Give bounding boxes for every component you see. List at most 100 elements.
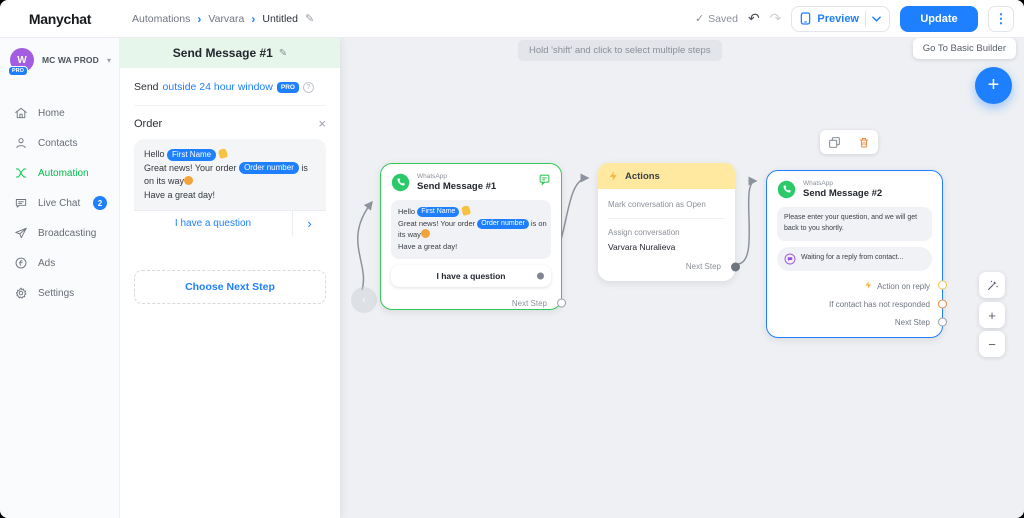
top-bar: Manychat Automations › Varvara › Untitle…	[0, 0, 1024, 38]
duplicate-icon[interactable]	[828, 136, 841, 149]
channel-label: WhatsApp	[803, 180, 882, 187]
variable-order-number: Order number	[239, 162, 299, 174]
sidebar-item-broadcasting[interactable]: Broadcasting	[0, 218, 119, 248]
pro-badge: PRO	[277, 82, 299, 93]
manychat-flow-builder: Manychat Automations › Varvara › Untitle…	[0, 0, 1024, 518]
note-icon[interactable]	[538, 173, 551, 186]
node-title: Send Message #1	[417, 181, 496, 192]
message-preview-card[interactable]: Hello First Name Great news! Your order …	[134, 139, 326, 236]
sidebar-item-label: Live Chat	[38, 198, 80, 209]
next-step-row: Next Step	[767, 318, 942, 327]
reply-button-label[interactable]: I have a question	[134, 211, 292, 236]
send-window-link[interactable]: outside 24 hour window	[163, 81, 273, 93]
undo-button[interactable]: ↶	[748, 10, 760, 27]
next-step-row: Next Step	[381, 299, 561, 308]
variable-first-name: First Name	[167, 149, 216, 161]
message-bubble: Hello First Name Great news! Your order …	[391, 200, 551, 259]
add-step-button[interactable]: +	[975, 67, 1012, 104]
sidebar-nav: Home Contacts Automation Live Chat 2 Bro…	[0, 98, 119, 308]
reply-connector-port[interactable]	[537, 272, 544, 279]
panel-body: Send outside 24 hour window PRO ? Order …	[120, 68, 340, 317]
zoom-in-button[interactable]: +	[979, 302, 1005, 328]
next-step-port[interactable]	[557, 299, 566, 308]
sidebar-item-label: Automation	[38, 168, 89, 179]
send-prefix: Send	[134, 81, 159, 93]
preview-label: Preview	[817, 13, 859, 25]
sidebar-item-ads[interactable]: Ads	[0, 248, 119, 278]
chevron-down-icon: ▾	[107, 56, 111, 65]
sidebar-item-settings[interactable]: Settings	[0, 278, 119, 308]
node-actions[interactable]: Actions Mark conversation as Open Assign…	[598, 163, 735, 281]
account-name: MC WA PROD	[42, 55, 99, 65]
rename-flow-icon[interactable]: ✎	[305, 12, 314, 25]
help-icon[interactable]: ?	[303, 82, 314, 93]
sidebar-item-automation[interactable]: Automation	[0, 158, 119, 188]
shift-select-tooltip: Hold 'shift' and click to select multipl…	[518, 40, 722, 61]
waiting-reply-icon	[784, 253, 796, 265]
action-item: Mark conversation as Open	[608, 197, 725, 212]
redo-button[interactable]: ↷	[770, 10, 782, 27]
choose-next-step-button[interactable]: Choose Next Step	[134, 270, 326, 304]
go-to-basic-builder-button[interactable]: Go To Basic Builder	[913, 38, 1016, 59]
actions-title: Actions	[625, 171, 660, 182]
trash-icon[interactable]	[858, 136, 870, 149]
preview-button[interactable]: Preview	[791, 6, 890, 32]
node-send-message-1[interactable]: WhatsApp Send Message #1 Hello First Nam…	[380, 163, 562, 310]
breadcrumb-folder[interactable]: Varvara	[208, 13, 244, 25]
sidebar-item-label: Contacts	[38, 138, 77, 149]
manychat-logo[interactable]: Manychat	[0, 11, 120, 27]
sidebar-item-home[interactable]: Home	[0, 98, 119, 128]
account-avatar: W PRO	[10, 48, 34, 72]
next-step-row: Next Step	[608, 262, 725, 271]
step-edit-panel: Send Message #1 ✎ Send outside 24 hour w…	[120, 38, 340, 518]
sidebar-item-live-chat[interactable]: Live Chat 2	[0, 188, 119, 218]
reply-button-row[interactable]: I have a question ›	[134, 210, 326, 236]
panel-header: Send Message #1 ✎	[120, 38, 340, 68]
breadcrumb: Automations › Varvara › Untitled ✎	[120, 12, 314, 25]
breadcrumb-flow-name[interactable]: Untitled	[262, 13, 298, 25]
waiting-reply-label: Waiting for a reply from contact...	[801, 253, 903, 264]
action-on-reply-port[interactable]	[938, 281, 947, 290]
update-button[interactable]: Update	[900, 6, 978, 32]
node-reply-label: I have a question	[437, 271, 506, 281]
save-status-label: Saved	[708, 13, 738, 25]
variable-order-number: Order number	[477, 219, 529, 229]
smile-emoji	[421, 229, 430, 238]
chevron-right-icon: ›	[197, 13, 201, 25]
actions-body: Mark conversation as Open Assign convers…	[598, 189, 735, 281]
auto-arrange-button[interactable]	[979, 272, 1005, 298]
next-step-port[interactable]	[938, 318, 947, 327]
chevron-right-icon[interactable]: ›	[292, 211, 326, 236]
not-responded-port[interactable]	[938, 300, 947, 309]
close-icon[interactable]: ×	[318, 116, 326, 131]
divider	[134, 105, 326, 106]
action-item-label: Assign conversation	[608, 225, 725, 240]
check-icon: ✓	[695, 12, 704, 25]
automation-icon	[14, 166, 28, 180]
more-options-button[interactable]: ⋮	[988, 6, 1014, 32]
zoom-out-button[interactable]: −	[979, 331, 1005, 357]
action-on-reply-row: Action on reply	[767, 280, 942, 291]
message-block-title: Order	[134, 118, 162, 130]
rename-step-icon[interactable]: ✎	[279, 48, 287, 59]
assignee-name: Varvara Nuralieva	[608, 242, 725, 252]
account-switcher[interactable]: W PRO MC WA PROD ▾	[0, 38, 119, 84]
ads-icon	[14, 256, 28, 270]
actions-header: Actions	[598, 163, 735, 189]
not-responded-row: If contact has not responded	[767, 300, 942, 309]
node-send-message-2[interactable]: WhatsApp Send Message #2 Please enter yo…	[766, 170, 943, 338]
save-status: ✓ Saved	[695, 12, 738, 25]
node-header: WhatsApp Send Message #2	[767, 171, 942, 205]
sidebar-item-label: Settings	[38, 288, 74, 299]
sidebar-item-label: Broadcasting	[38, 228, 96, 239]
chevron-right-icon: ›	[251, 13, 255, 25]
node-reply-button[interactable]: I have a question	[391, 265, 551, 287]
flow-canvas[interactable]: Hold 'shift' and click to select multipl…	[340, 38, 1024, 518]
lightning-icon	[608, 170, 619, 182]
collapsed-start-node[interactable]: ‹	[351, 287, 377, 313]
divider	[865, 11, 866, 27]
node-titles: WhatsApp Send Message #1	[417, 173, 496, 192]
breadcrumb-automations[interactable]: Automations	[132, 13, 190, 25]
next-step-port[interactable]	[731, 262, 740, 271]
sidebar-item-contacts[interactable]: Contacts	[0, 128, 119, 158]
